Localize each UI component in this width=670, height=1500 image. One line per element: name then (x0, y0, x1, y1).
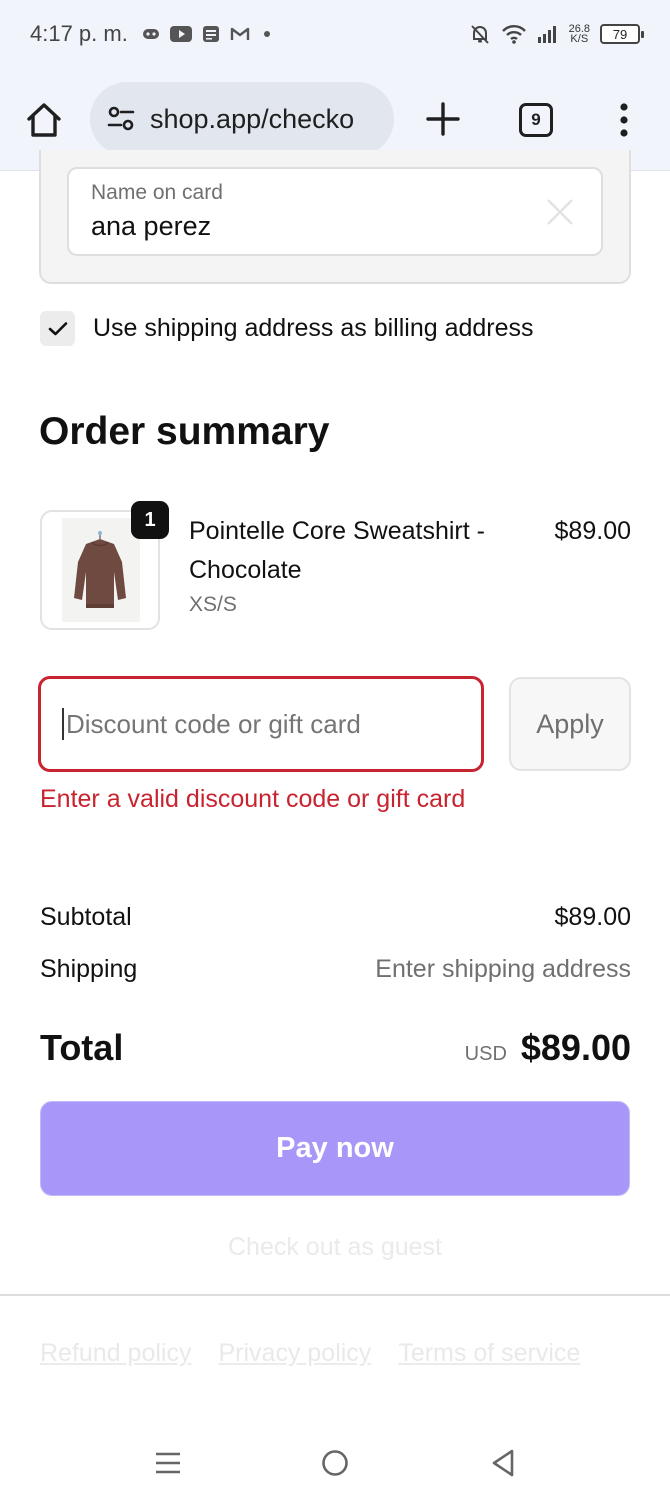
name-on-card-label: Name on card (91, 181, 223, 204)
name-on-card-field[interactable]: Name on card ana perez (67, 167, 603, 256)
terms-of-service-link[interactable]: Terms of service (398, 1339, 580, 1368)
footer-divider (0, 1294, 670, 1296)
subtotal-label: Subtotal (40, 903, 132, 931)
quantity-badge: 1 (131, 501, 169, 539)
product-price: $89.00 (554, 517, 631, 545)
network-speed-unit: K/S (570, 33, 589, 45)
product-name: Pointelle Core Sweatshirt - Chocolate (189, 517, 485, 584)
shipping-label: Shipping (40, 955, 138, 983)
battery-icon: 79 (600, 24, 644, 44)
system-navigation-bar (0, 1420, 670, 1500)
checkout-as-guest-link[interactable]: Check out as guest (0, 1233, 670, 1262)
network-speed: 26.8 K/S (569, 24, 590, 45)
total-amount: USD $89.00 (465, 1027, 631, 1069)
name-on-card-value: ana perez (91, 211, 212, 241)
product-variant: XS/S (189, 593, 237, 616)
status-time: 4:17 p. m. (30, 21, 128, 46)
checkmark-icon (48, 321, 67, 335)
more-menu-icon[interactable] (614, 100, 634, 140)
order-summary-heading: Order summary (39, 410, 330, 453)
bell-muted-icon (470, 25, 489, 44)
privacy-policy-link[interactable]: Privacy policy (218, 1339, 371, 1368)
billing-checkbox[interactable] (40, 311, 75, 346)
apply-button[interactable]: Apply (509, 677, 631, 771)
more-notifications-dot-icon (263, 31, 270, 37)
address-bar[interactable]: shop.app/checko (90, 82, 394, 156)
checkout-page: 4:17 p. m. 26.8 K/S 79 shop.app/checko 9 … (0, 0, 670, 1500)
new-tab-icon[interactable] (424, 100, 462, 138)
gmail-icon (230, 27, 250, 40)
youtube-icon (169, 26, 192, 42)
notification-icons (142, 25, 274, 43)
signal-icon (537, 26, 556, 43)
game-controller-icon (142, 29, 159, 39)
billing-address-option[interactable]: Use shipping address as billing address (40, 311, 534, 346)
text-cursor (62, 708, 64, 740)
shipping-value: Enter shipping address (375, 955, 631, 983)
refund-policy-link[interactable]: Refund policy (40, 1339, 191, 1368)
clear-icon[interactable] (543, 195, 577, 229)
url-text: shop.app/checko (150, 103, 355, 134)
pay-now-button[interactable]: Pay now (40, 1101, 630, 1196)
battery-level: 79 (612, 26, 628, 42)
nav-home-icon[interactable] (321, 1449, 349, 1477)
billing-checkbox-label: Use shipping address as billing address (93, 314, 534, 342)
total-value: $89.00 (520, 1027, 631, 1068)
home-icon[interactable] (24, 100, 64, 140)
news-icon (202, 26, 219, 42)
tab-switcher-button[interactable]: 9 (519, 103, 553, 137)
total-currency: USD (464, 1043, 507, 1065)
total-label: Total (40, 1027, 124, 1068)
wifi-icon (501, 25, 526, 44)
discount-code-input[interactable]: Discount code or gift card (38, 676, 484, 772)
subtotal-value: $89.00 (554, 903, 631, 931)
discount-error-message: Enter a valid discount code or gift card (40, 785, 466, 813)
site-settings-icon[interactable] (106, 104, 136, 134)
footer-links: Refund policy Privacy policy Terms of se… (40, 1339, 580, 1368)
status-bar: 4:17 p. m. 26.8 K/S 79 (0, 0, 670, 68)
recent-apps-icon[interactable] (154, 1450, 182, 1476)
status-right-icons: 26.8 K/S 79 (469, 23, 644, 45)
tab-count: 9 (531, 110, 541, 129)
discount-placeholder: Discount code or gift card (66, 708, 361, 739)
back-icon[interactable] (489, 1448, 517, 1478)
